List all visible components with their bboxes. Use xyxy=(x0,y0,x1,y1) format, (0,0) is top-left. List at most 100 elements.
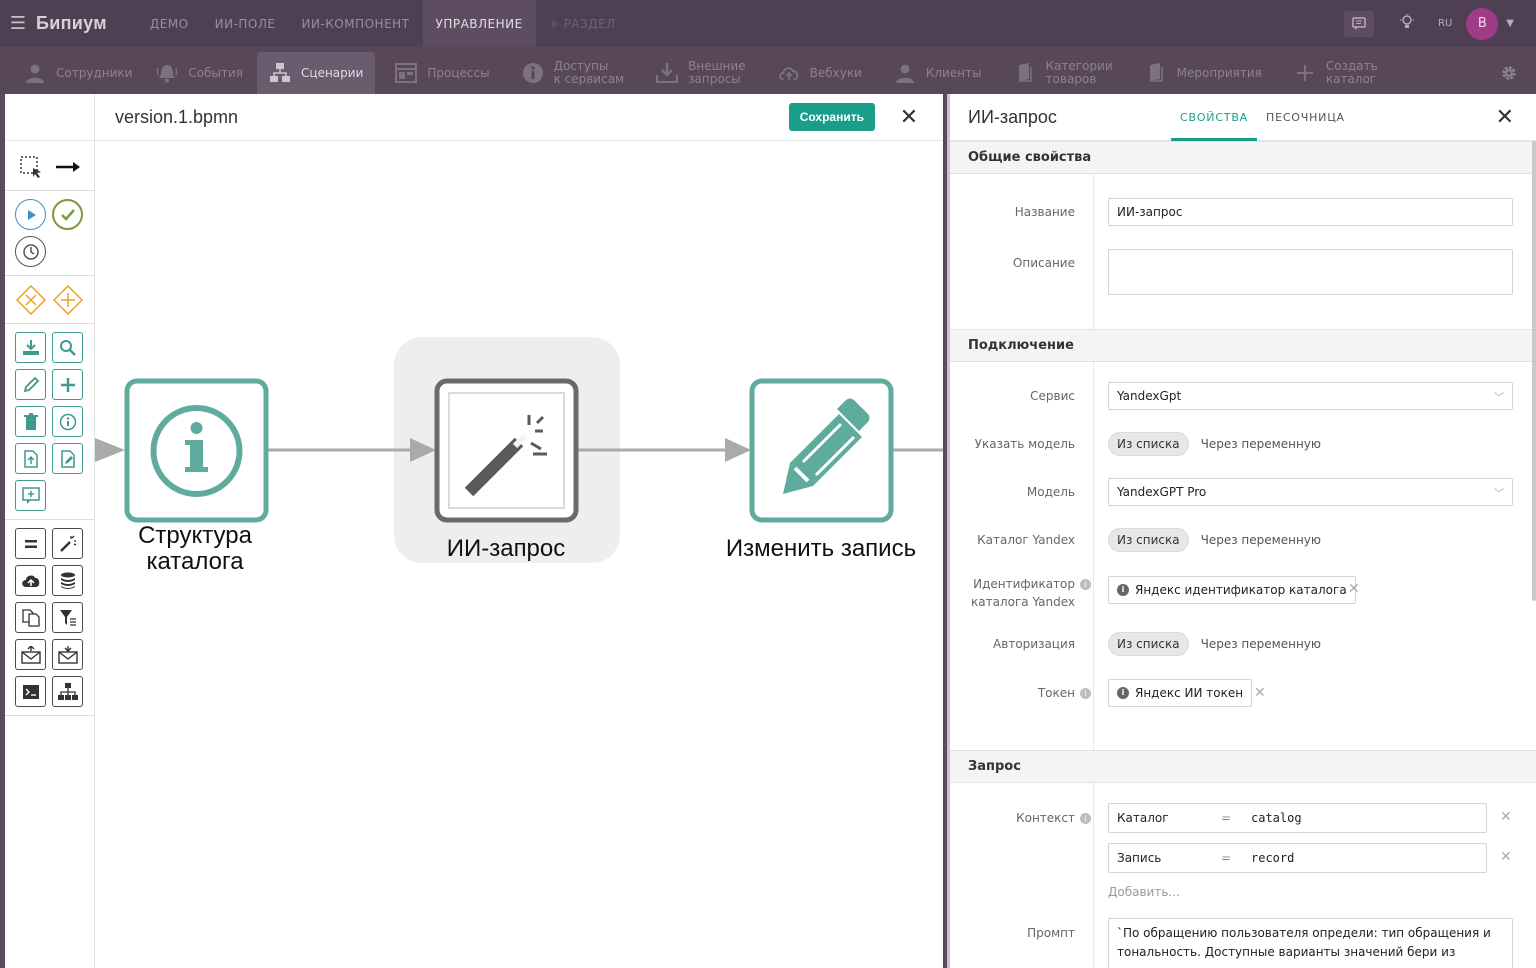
subnav-events[interactable]: События xyxy=(144,52,255,94)
remove-icon[interactable]: ✕ xyxy=(1348,581,1360,597)
top-nav-demo[interactable]: ДЕМО xyxy=(137,0,202,47)
token-chip[interactable]: i Яндекс ИИ токен xyxy=(1108,679,1253,707)
info-icon: i xyxy=(1117,584,1129,596)
edit-doc-task-icon[interactable] xyxy=(52,443,83,474)
subnav-webhooks[interactable]: Вебхуки xyxy=(766,52,874,94)
add-task-icon[interactable] xyxy=(52,369,83,400)
info-task-icon[interactable] xyxy=(52,406,83,437)
language-switch[interactable]: RU xyxy=(1438,18,1452,29)
equals-task-icon[interactable] xyxy=(15,528,46,559)
info-icon[interactable]: i xyxy=(1080,579,1091,590)
exclusive-gateway-icon[interactable] xyxy=(15,284,46,315)
filter-task-icon[interactable] xyxy=(52,602,83,633)
context-eq: = xyxy=(1221,851,1232,865)
book-icon xyxy=(1014,62,1036,84)
task-node-catalog-structure[interactable] xyxy=(124,378,269,523)
diagram-filename: version.1.bpmn xyxy=(115,106,239,127)
task-node-edit-record[interactable] xyxy=(749,378,894,523)
context-pair[interactable]: Запись = record xyxy=(1108,843,1487,873)
save-button[interactable]: Сохранить xyxy=(788,103,875,131)
service-select[interactable]: YandexGpt ﹀ xyxy=(1108,382,1513,410)
subnav-scenarios[interactable]: Сценарии xyxy=(257,52,376,94)
subnav-create-catalog[interactable]: Создать каталог xyxy=(1282,52,1390,94)
magic-wand-task-icon[interactable] xyxy=(52,528,83,559)
close-icon[interactable]: ✕ xyxy=(889,105,929,130)
subnav-product-categories[interactable]: Категории товаров xyxy=(1002,52,1125,94)
timer-event-icon[interactable] xyxy=(15,236,46,267)
section-general-header[interactable]: Общие свойства xyxy=(950,141,1536,174)
context-value: catalog xyxy=(1251,811,1302,825)
subnav-employees[interactable]: Сотрудники xyxy=(12,52,144,94)
info-icon[interactable]: i xyxy=(1080,813,1091,824)
option-from-list[interactable]: Из списка xyxy=(1108,632,1189,656)
database-task-icon[interactable] xyxy=(52,565,83,596)
catalog-id-chip[interactable]: i Яндекс идентификатор каталога xyxy=(1108,576,1356,604)
edit-task-icon[interactable] xyxy=(15,369,46,400)
connect-arrow-icon[interactable] xyxy=(52,151,83,182)
tab-sandbox[interactable]: ПЕСОЧНИЦА xyxy=(1257,94,1354,141)
panel-tabs: СВОЙСТВА ПЕСОЧНИЦА xyxy=(1171,94,1354,141)
user-avatar[interactable]: B xyxy=(1466,7,1499,40)
catalog-id-value: Яндекс идентификатор каталога xyxy=(1135,583,1347,597)
start-event-icon[interactable] xyxy=(15,199,46,230)
app-logo[interactable]: Бипиум xyxy=(36,13,107,34)
info-icon[interactable]: i xyxy=(1080,688,1091,699)
gear-icon[interactable] xyxy=(1500,52,1518,94)
cloud-upload-task-icon[interactable] xyxy=(15,565,46,596)
model-select[interactable]: YandexGPT Pro ﹀ xyxy=(1108,478,1513,506)
close-icon[interactable]: ✕ xyxy=(1496,105,1514,130)
end-event-icon[interactable] xyxy=(52,199,83,230)
sequence-flow[interactable] xyxy=(95,438,125,462)
delete-task-icon[interactable] xyxy=(15,406,46,437)
option-via-variable[interactable]: Через переменную xyxy=(1189,437,1333,451)
option-via-variable[interactable]: Через переменную xyxy=(1189,533,1333,547)
lasso-select-icon[interactable] xyxy=(15,151,46,182)
tab-properties[interactable]: СВОЙСТВА xyxy=(1171,94,1257,141)
top-nav-management[interactable]: УПРАВЛЕНИЕ xyxy=(422,0,536,47)
sequence-flow[interactable] xyxy=(268,438,436,462)
send-mail-task-icon[interactable] xyxy=(15,639,46,670)
name-input[interactable]: ИИ-запрос xyxy=(1108,198,1513,226)
parallel-gateway-icon[interactable] xyxy=(52,284,83,315)
section-request-header[interactable]: Запрос xyxy=(950,750,1536,783)
panel-scrollbar[interactable] xyxy=(1532,141,1536,601)
search-task-icon[interactable] xyxy=(52,332,83,363)
option-from-list[interactable]: Из списка xyxy=(1108,528,1189,552)
prompt-textarea[interactable]: `По обращению пользователя определи: тип… xyxy=(1108,918,1513,968)
subnav-service-access[interactable]: Доступы к сервисам xyxy=(510,52,637,94)
subnav-clients[interactable]: Клиенты xyxy=(882,52,994,94)
option-from-list[interactable]: Из списка xyxy=(1108,432,1189,456)
bpmn-editor: version.1.bpmn Сохранить ✕ Структура кат… xyxy=(5,94,943,968)
diagram-canvas[interactable]: Структура каталога ИИ-запрос Изменить за… xyxy=(95,141,943,968)
top-nav-ai-component[interactable]: ИИ-КОМПОНЕНТ xyxy=(288,0,422,47)
subnav-processes[interactable]: Процессы xyxy=(383,52,501,94)
subnav-events-catalog[interactable]: Мероприятия xyxy=(1133,52,1274,94)
top-nav-ai-field[interactable]: ИИ-ПОЛЕ xyxy=(202,0,289,47)
description-input[interactable] xyxy=(1108,249,1513,295)
script-task-icon[interactable] xyxy=(15,676,46,707)
copy-doc-task-icon[interactable] xyxy=(15,602,46,633)
hamburger-menu-icon[interactable]: ☰ xyxy=(0,0,36,47)
subprocess-task-icon[interactable] xyxy=(52,676,83,707)
user-icon xyxy=(894,62,916,84)
section-connection-header[interactable]: Подключение xyxy=(950,329,1536,362)
task-node-ai-request[interactable] xyxy=(434,378,579,523)
remove-icon[interactable]: ✕ xyxy=(1500,809,1512,825)
subnav-external-requests[interactable]: Внешние запросы xyxy=(644,52,757,94)
remove-icon[interactable]: ✕ xyxy=(1254,685,1266,701)
context-pair[interactable]: Каталог = catalog xyxy=(1108,803,1487,833)
remove-icon[interactable]: ✕ xyxy=(1500,849,1512,865)
option-via-variable[interactable]: Через переменную xyxy=(1189,637,1333,651)
chat-icon[interactable] xyxy=(1344,10,1375,37)
comment-task-icon[interactable] xyxy=(15,480,46,511)
upload-doc-task-icon[interactable] xyxy=(15,443,46,474)
lightbulb-icon[interactable] xyxy=(1400,13,1415,34)
receive-mail-task-icon[interactable] xyxy=(52,639,83,670)
editor-header: version.1.bpmn Сохранить ✕ xyxy=(95,94,943,141)
import-task-icon[interactable] xyxy=(15,332,46,363)
chevron-down-icon[interactable]: ▼ xyxy=(1506,18,1514,29)
top-nav-add-section[interactable]: + РАЗДЕЛ xyxy=(536,0,629,47)
catalog-id-label-text: Идентификатор каталога Yandex xyxy=(971,577,1075,609)
model-label: Модель xyxy=(1026,485,1075,499)
add-context-link[interactable]: Добавить... xyxy=(1108,885,1180,899)
